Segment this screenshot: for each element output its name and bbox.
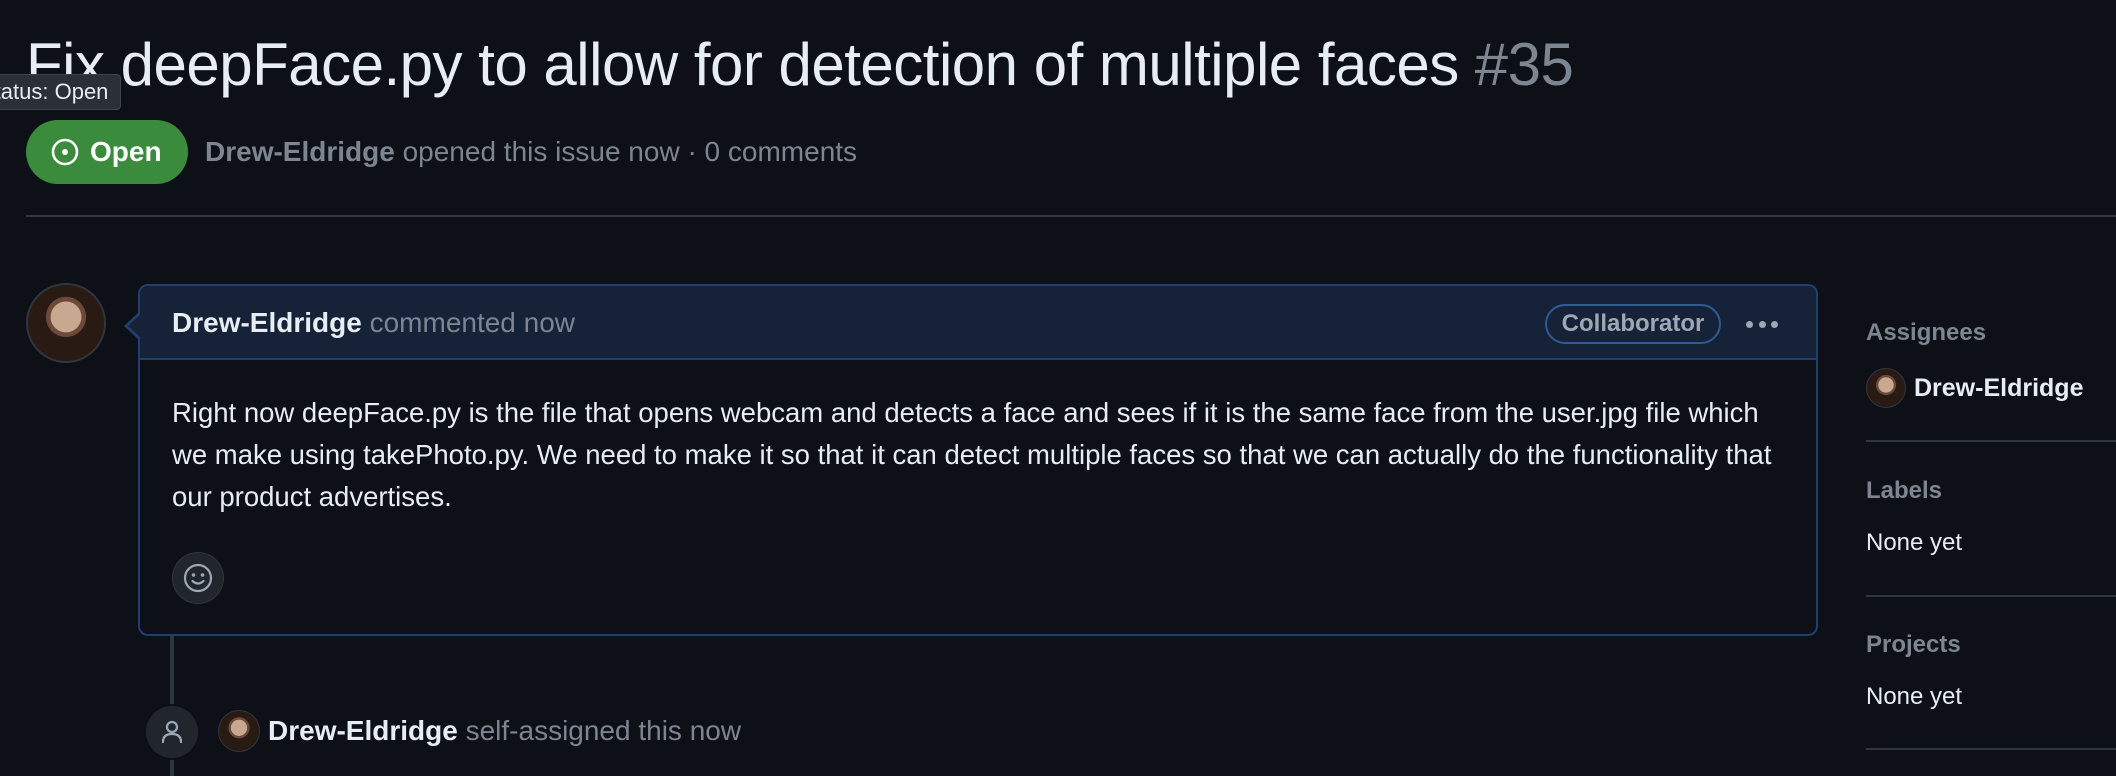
event-actor-link[interactable]: Drew-Eldridge <box>268 715 458 746</box>
assignees-heading[interactable]: Assignees <box>1866 316 2116 350</box>
sidebar-divider <box>1866 440 2116 442</box>
assignee-name: Drew-Eldridge <box>1914 373 2084 402</box>
comment-header-text: Drew-Eldridge commented now <box>172 304 575 342</box>
sidebar-divider <box>1866 748 2116 750</box>
sidebar-assignees: Assignees Drew-Eldridge <box>1866 316 2116 408</box>
projects-value: None yet <box>1866 683 1963 710</box>
comment-pointer-fill <box>128 314 141 338</box>
add-reaction-button[interactable] <box>172 552 224 604</box>
issue-comment: Drew-Eldridge commented now Collaborator… <box>138 284 1818 636</box>
header-divider <box>26 215 2116 217</box>
comment-author-avatar[interactable] <box>26 283 106 363</box>
timeline-event-text: Drew-Eldridge self-assigned this now <box>268 710 741 752</box>
event-actor-avatar[interactable] <box>218 710 260 752</box>
person-icon <box>161 720 183 744</box>
assignee-item[interactable]: Drew-Eldridge <box>1866 368 2116 408</box>
issue-opened-icon <box>51 138 79 166</box>
assignee-avatar <box>1866 368 1906 408</box>
status-tooltip-text: Status: Open <box>0 79 109 104</box>
comment-header: Drew-Eldridge commented now Collaborator <box>140 286 1816 360</box>
issue-title-text: Fix deepFace.py to allow for detection o… <box>26 31 1459 98</box>
issue-title: Fix deepFace.py to allow for detection o… <box>26 30 1574 100</box>
kebab-menu-icon[interactable] <box>1740 306 1784 342</box>
timeline-event-badge <box>144 704 200 760</box>
sidebar-divider <box>1866 595 2116 597</box>
issue-state-label: Open <box>90 136 162 167</box>
issue-number: #35 <box>1474 31 1574 98</box>
labels-heading[interactable]: Labels <box>1866 474 2116 508</box>
issue-state-badge[interactable]: Open <box>26 120 188 184</box>
comment-author-link[interactable]: Drew-Eldridge <box>172 307 362 338</box>
smiley-icon <box>183 563 213 593</box>
issue-author-link[interactable]: Drew-Eldridge <box>205 136 395 167</box>
issue-meta-text: opened this issue now · 0 comments <box>402 136 858 167</box>
status-tooltip: Status: Open <box>0 74 122 110</box>
projects-heading[interactable]: Projects <box>1866 628 2116 662</box>
sidebar-labels: Labels None yet <box>1866 474 2116 560</box>
labels-value: None yet <box>1866 529 1963 556</box>
comment-body: Right now deepFace.py is the file that o… <box>172 397 1772 512</box>
comment-action[interactable]: commented now <box>370 307 575 338</box>
issue-meta: Drew-Eldridge opened this issue now · 0 … <box>205 132 857 172</box>
sidebar-projects: Projects None yet <box>1866 628 2116 714</box>
event-action: self-assigned this now <box>465 715 742 746</box>
collaborator-badge: Collaborator <box>1545 304 1721 344</box>
